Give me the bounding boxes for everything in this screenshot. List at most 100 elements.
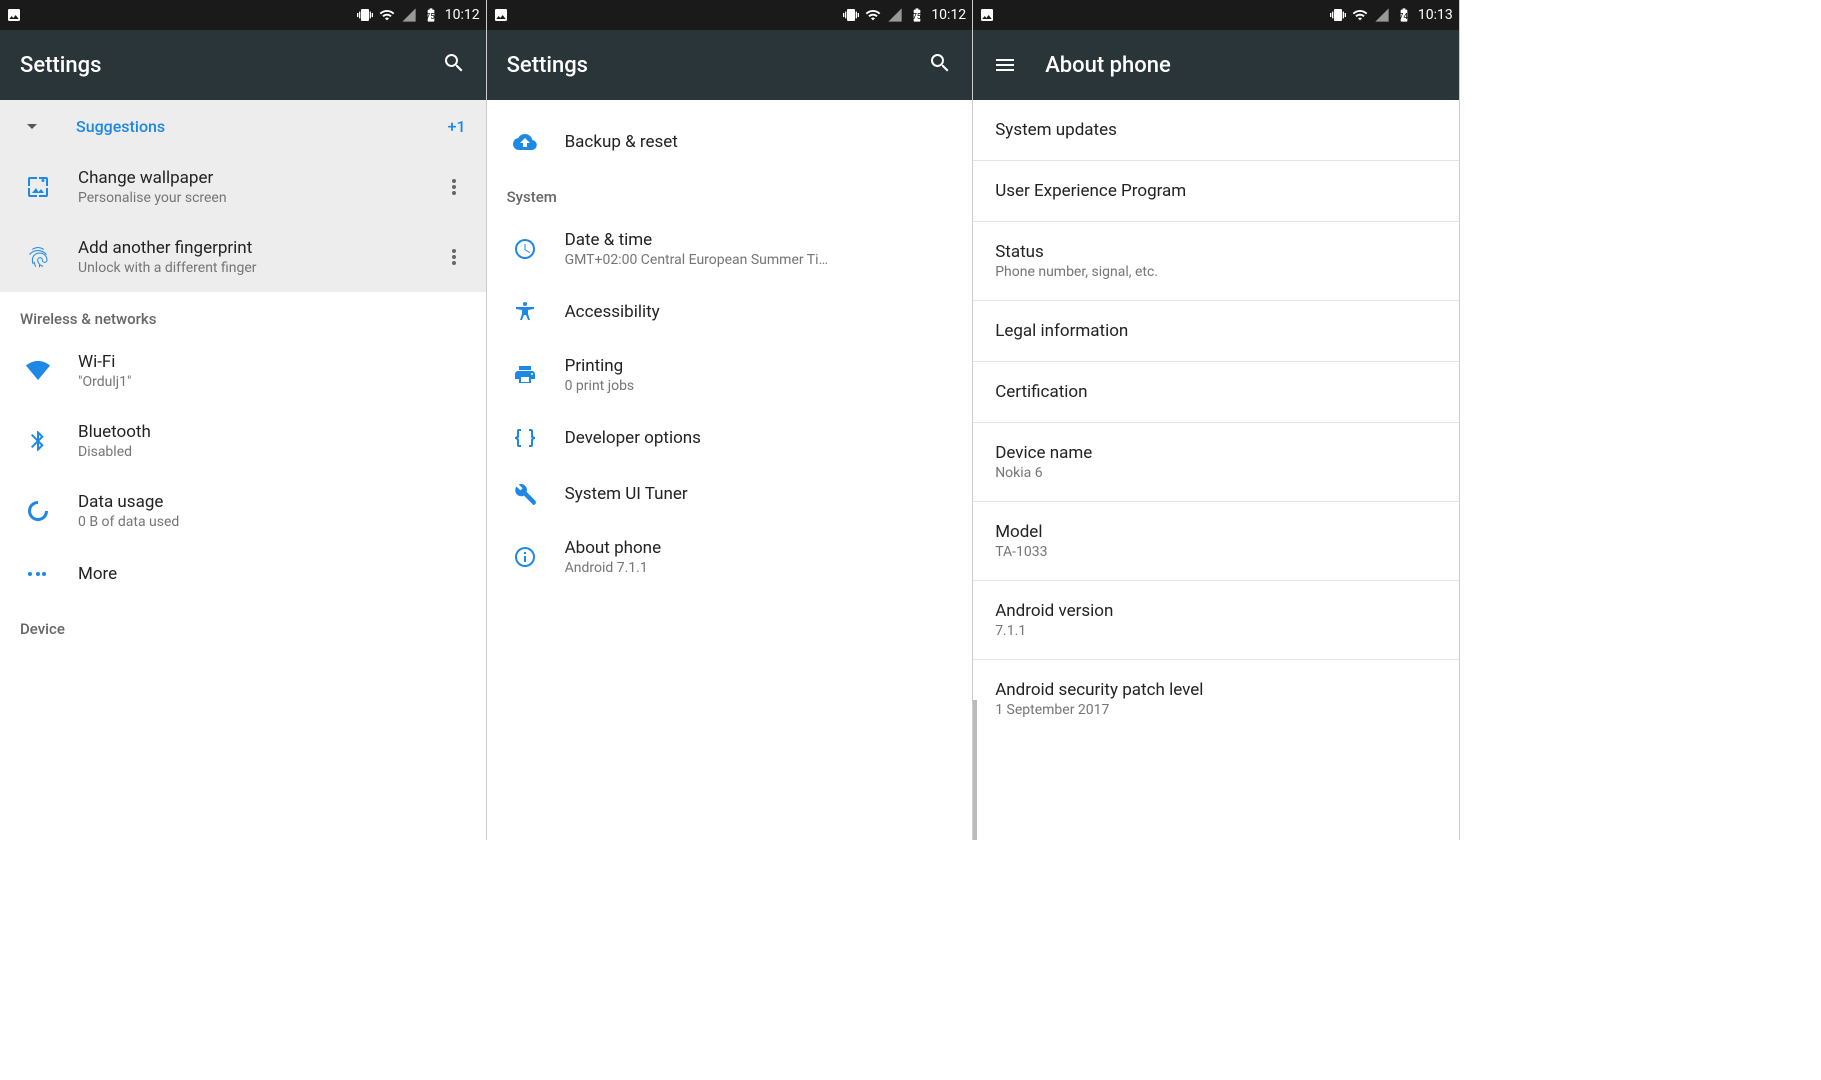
braces-icon <box>507 426 543 450</box>
accessibility-icon <box>507 300 543 324</box>
search-button[interactable] <box>928 51 952 79</box>
page-title: About phone <box>1045 53 1171 78</box>
chevron-down-icon <box>20 114 44 138</box>
item-system-ui-tuner[interactable]: System UI Tuner <box>487 466 973 522</box>
status-bar: 75 10:12 <box>0 0 486 30</box>
row-title: Android version <box>995 601 1437 621</box>
about-list[interactable]: System updates User Experience Program S… <box>973 100 1459 840</box>
scrollbar-thumb[interactable] <box>973 700 977 840</box>
bluetooth-icon <box>20 429 56 453</box>
notification-image-icon <box>6 7 22 23</box>
row-subtitle: TA-1033 <box>995 544 1437 560</box>
row-subtitle: 0 B of data used <box>78 514 466 530</box>
item-data-usage[interactable]: Data usage 0 B of data used <box>0 476 486 546</box>
row-subtitle: 7.1.1 <box>995 623 1437 639</box>
item-system-updates[interactable]: System updates <box>973 100 1459 161</box>
page-title: Settings <box>20 53 101 78</box>
status-bar: 75 10:12 <box>487 0 973 30</box>
clock-text: 10:12 <box>931 7 966 23</box>
suggestions-badge: +1 <box>448 117 466 136</box>
vibrate-icon <box>357 7 373 23</box>
signal-icon <box>401 7 417 23</box>
battery-icon: 74 <box>1396 7 1412 23</box>
row-title: System UI Tuner <box>565 484 953 504</box>
wifi-icon <box>20 359 56 383</box>
wallpaper-icon <box>20 175 56 199</box>
screen-settings-system: 75 10:12 Settings Backup & reset System … <box>487 0 974 840</box>
section-wireless-networks: Wireless & networks <box>0 292 486 336</box>
row-title: Add another fingerprint <box>78 238 442 258</box>
row-subtitle: Personalise your screen <box>78 190 442 206</box>
page-title: Settings <box>507 53 588 78</box>
row-title: Developer options <box>565 428 953 448</box>
battery-icon: 75 <box>423 7 439 23</box>
wifi-icon <box>865 7 881 23</box>
item-security-patch[interactable]: Android security patch level 1 September… <box>973 660 1459 738</box>
app-bar: Settings <box>487 30 973 100</box>
item-model[interactable]: Model TA-1033 <box>973 502 1459 581</box>
menu-button[interactable] <box>993 53 1017 77</box>
row-title: User Experience Program <box>995 181 1437 201</box>
suggestion-change-wallpaper[interactable]: Change wallpaper Personalise your screen <box>0 152 486 222</box>
item-status[interactable]: Status Phone number, signal, etc. <box>973 222 1459 301</box>
row-subtitle: 1 September 2017 <box>995 702 1437 718</box>
status-bar: 74 10:13 <box>973 0 1459 30</box>
overflow-button[interactable] <box>442 245 466 269</box>
settings-list[interactable]: Backup & reset System Date & time GMT+02… <box>487 100 973 840</box>
print-icon <box>507 363 543 387</box>
wrench-icon <box>507 482 543 506</box>
row-title: Bluetooth <box>78 422 466 442</box>
section-device: Device <box>0 602 486 646</box>
item-accessibility[interactable]: Accessibility <box>487 284 973 340</box>
row-title: Date & time <box>565 230 953 250</box>
item-wifi[interactable]: Wi-Fi "Ordulj1" <box>0 336 486 406</box>
row-title: About phone <box>565 538 953 558</box>
row-title: System updates <box>995 120 1437 140</box>
signal-icon <box>887 7 903 23</box>
item-legal-info[interactable]: Legal information <box>973 301 1459 362</box>
notification-image-icon <box>493 7 509 23</box>
row-title: Data usage <box>78 492 466 512</box>
row-title: Accessibility <box>565 302 953 322</box>
item-date-time[interactable]: Date & time GMT+02:00 Central European S… <box>487 214 973 284</box>
search-button[interactable] <box>442 51 466 79</box>
vibrate-icon <box>1330 7 1346 23</box>
item-android-version[interactable]: Android version 7.1.1 <box>973 581 1459 660</box>
row-subtitle: Disabled <box>78 444 466 460</box>
row-subtitle: Nokia 6 <box>995 465 1437 481</box>
info-icon <box>507 545 543 569</box>
suggestions-header[interactable]: Suggestions +1 <box>0 100 486 152</box>
settings-list[interactable]: Suggestions +1 Change wallpaper Personal… <box>0 100 486 840</box>
row-subtitle: GMT+02:00 Central European Summer Ti… <box>565 252 953 268</box>
suggestion-add-fingerprint[interactable]: Add another fingerprint Unlock with a di… <box>0 222 486 292</box>
wifi-icon <box>379 7 395 23</box>
row-title: Wi-Fi <box>78 352 466 372</box>
row-subtitle: 0 print jobs <box>565 378 953 394</box>
fingerprint-icon <box>20 245 56 269</box>
wifi-icon <box>1352 7 1368 23</box>
row-title: Device name <box>995 443 1437 463</box>
row-title: Change wallpaper <box>78 168 442 188</box>
row-subtitle: Phone number, signal, etc. <box>995 264 1437 280</box>
app-bar: Settings <box>0 30 486 100</box>
item-printing[interactable]: Printing 0 print jobs <box>487 340 973 410</box>
item-device-name[interactable]: Device name Nokia 6 <box>973 423 1459 502</box>
item-ux-program[interactable]: User Experience Program <box>973 161 1459 222</box>
item-bluetooth[interactable]: Bluetooth Disabled <box>0 406 486 476</box>
clock-text: 10:12 <box>445 7 480 23</box>
row-subtitle: Unlock with a different finger <box>78 260 442 276</box>
more-icon <box>20 562 56 586</box>
item-more[interactable]: More <box>0 546 486 602</box>
app-bar: About phone <box>973 30 1459 100</box>
screen-about-phone: 74 10:13 About phone System updates User… <box>973 0 1460 840</box>
battery-icon: 75 <box>909 7 925 23</box>
overflow-button[interactable] <box>442 175 466 199</box>
item-backup-reset[interactable]: Backup & reset <box>487 100 973 170</box>
row-title: Model <box>995 522 1437 542</box>
item-about-phone[interactable]: About phone Android 7.1.1 <box>487 522 973 592</box>
clock-text: 10:13 <box>1418 7 1453 23</box>
item-certification[interactable]: Certification <box>973 362 1459 423</box>
row-title: Printing <box>565 356 953 376</box>
item-developer-options[interactable]: Developer options <box>487 410 973 466</box>
vibrate-icon <box>843 7 859 23</box>
